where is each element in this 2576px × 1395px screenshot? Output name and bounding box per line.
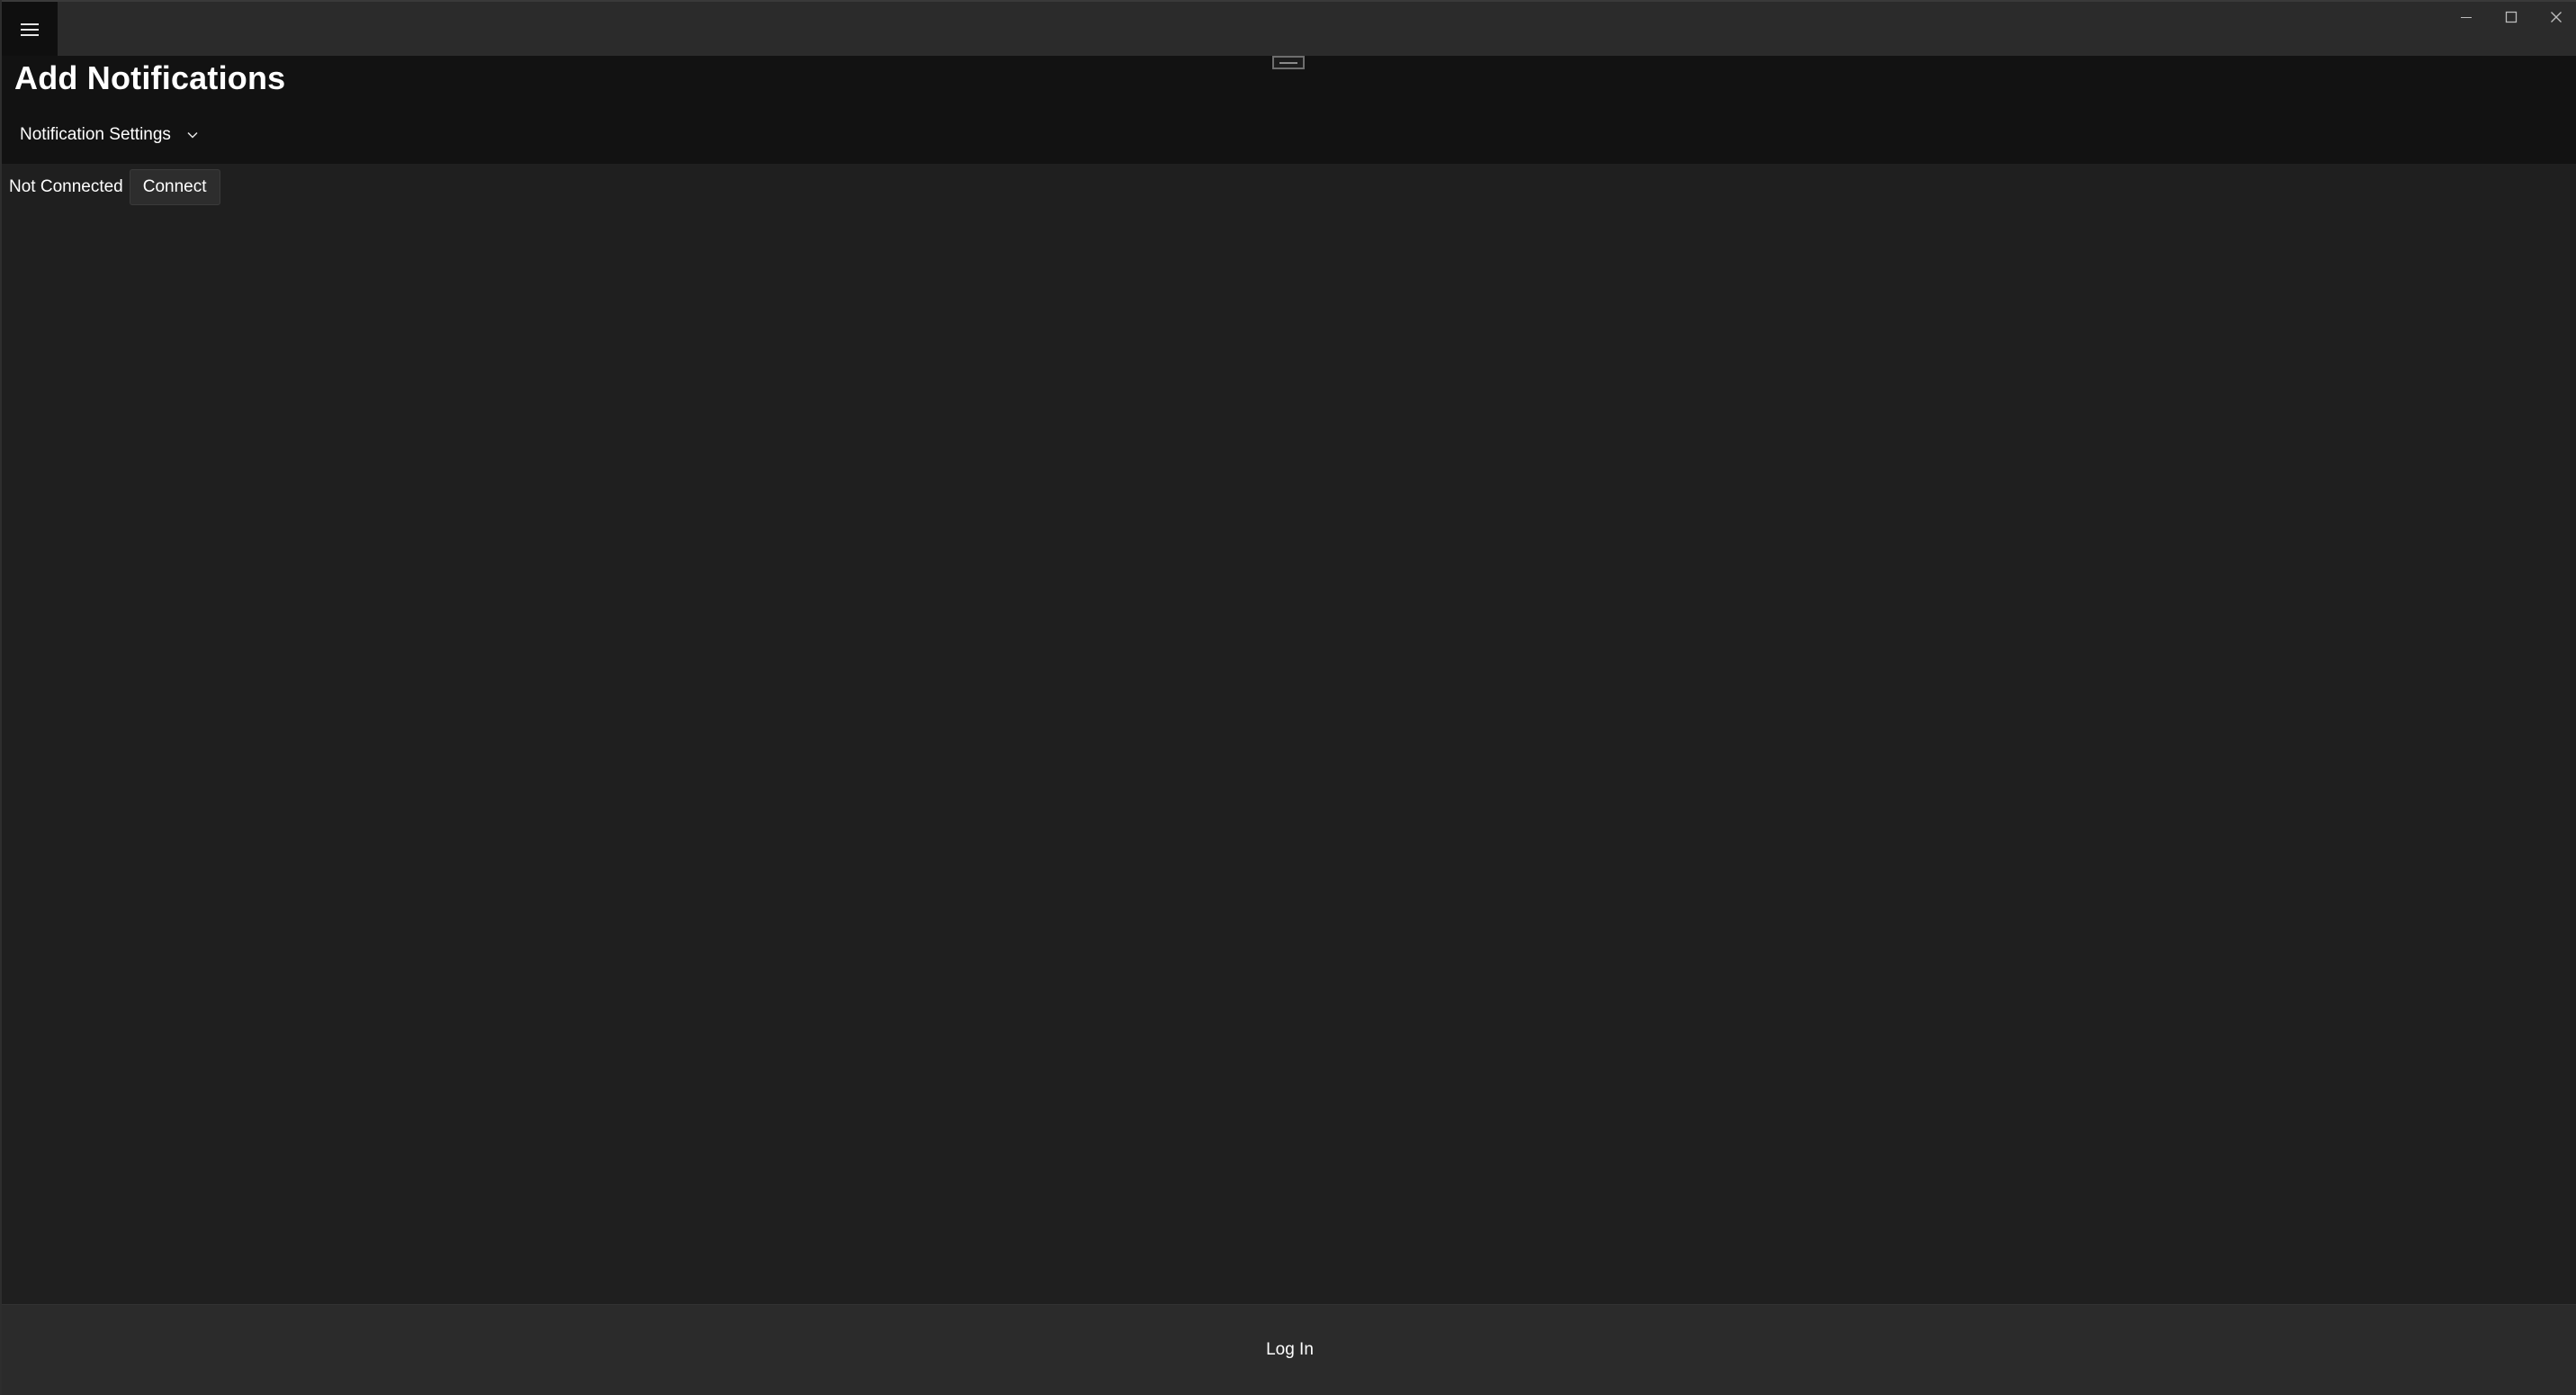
- notification-settings-dropdown[interactable]: Notification Settings: [20, 125, 198, 145]
- hamburger-menu-button[interactable]: [2, 2, 58, 58]
- login-label: Log In: [1266, 1340, 1314, 1359]
- minimize-button[interactable]: [2444, 2, 2489, 36]
- connection-status-row: Not Connected Connect: [9, 169, 220, 205]
- page-title: Add Notifications: [14, 59, 286, 96]
- connection-status-text: Not Connected: [9, 177, 123, 196]
- maximize-button[interactable]: [2489, 2, 2534, 36]
- close-button[interactable]: [2534, 2, 2576, 36]
- connect-button[interactable]: Connect: [129, 169, 220, 205]
- minimize-icon: [2460, 11, 2473, 28]
- app-window: Add Notifications Notification Settings …: [0, 0, 2576, 1395]
- title-bar[interactable]: [2, 0, 2576, 58]
- maximize-icon: [2505, 11, 2518, 28]
- close-icon: [2550, 11, 2563, 28]
- drag-handle[interactable]: [1272, 56, 1305, 69]
- page-header: Add Notifications Notification Settings: [2, 56, 2576, 164]
- notification-settings-label: Notification Settings: [20, 125, 171, 144]
- hamburger-menu-icon: [21, 22, 39, 37]
- login-button[interactable]: Log In: [2, 1304, 2576, 1395]
- chevron-down-icon: [187, 127, 198, 143]
